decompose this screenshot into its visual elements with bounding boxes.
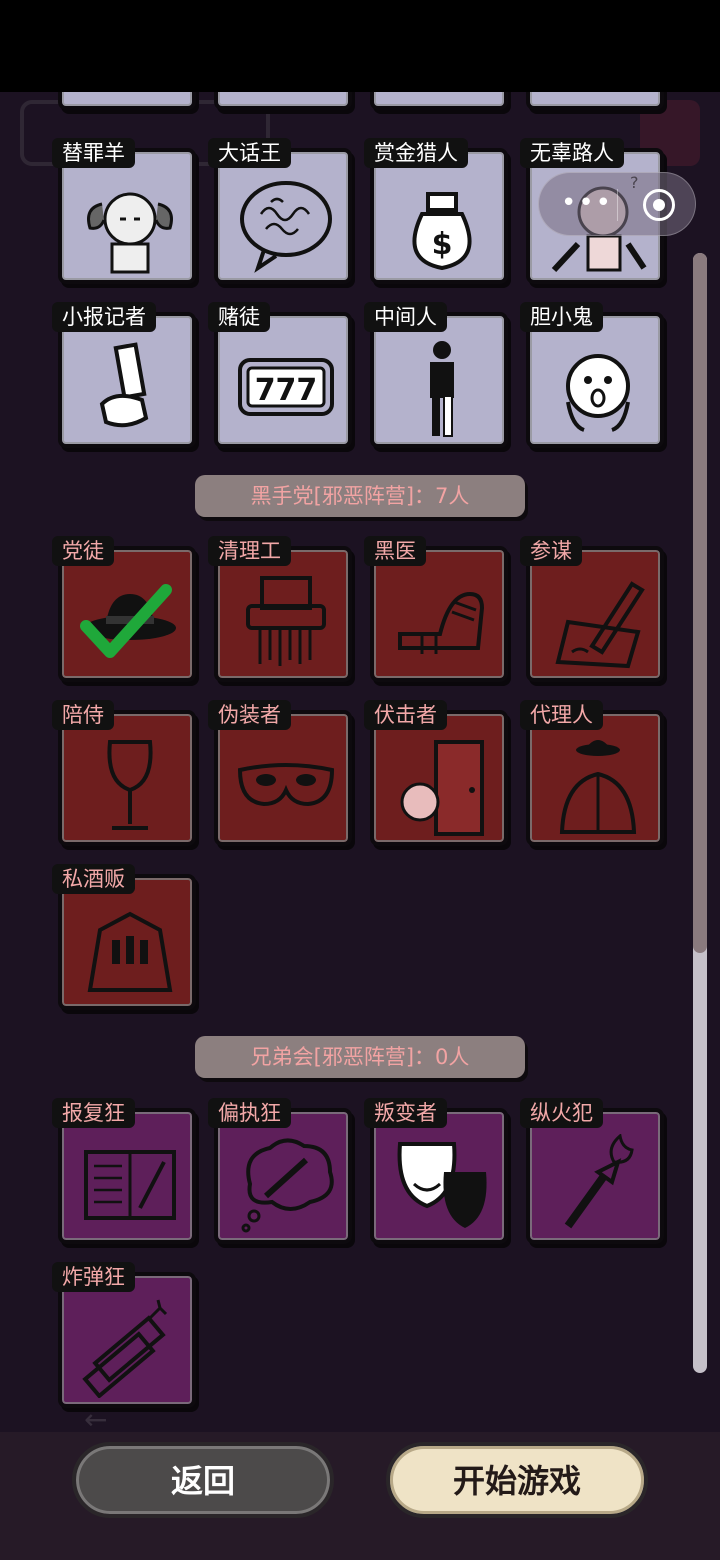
wine-glass-icon xyxy=(107,740,153,830)
role-tile-partial[interactable] xyxy=(214,92,354,112)
role-label: 报复狂 xyxy=(52,1098,135,1128)
shredder-icon xyxy=(246,576,326,666)
role-label: 炸弹狂 xyxy=(52,1262,135,1292)
role-avenger[interactable]: 报复狂 xyxy=(52,1098,198,1246)
role-tile-partial[interactable] xyxy=(526,92,666,112)
role-label: 私酒贩 xyxy=(52,864,135,894)
bandaged-arm-icon xyxy=(398,591,485,654)
role-traitor[interactable]: 叛变者 xyxy=(364,1098,510,1246)
role-label: 伪装者 xyxy=(208,700,291,730)
scrollbar-thumb[interactable] xyxy=(693,253,707,953)
role-label: 陪侍 xyxy=(52,700,114,730)
role-label: 叛变者 xyxy=(364,1098,447,1128)
role-label: 清理工 xyxy=(208,536,291,566)
role-label: 大话王 xyxy=(208,138,291,168)
role-label: 中间人 xyxy=(364,302,447,332)
role-label: 伏击者 xyxy=(364,700,447,730)
role-scapegoat[interactable]: 替罪羊 xyxy=(52,138,198,286)
role-label: 偏执狂 xyxy=(208,1098,291,1128)
role-arsonist[interactable]: 纵火犯 xyxy=(520,1098,666,1246)
role-tile-partial[interactable] xyxy=(370,92,510,112)
coat-with-bottles-icon xyxy=(87,911,173,992)
role-label: 赏金猎人 xyxy=(364,138,468,168)
back-button[interactable]: 返回 xyxy=(72,1442,334,1518)
role-tabloid-reporter[interactable]: 小报记者 xyxy=(52,302,198,450)
svg-text:777: 777 xyxy=(255,373,318,408)
role-label: 无辜路人 xyxy=(520,138,624,168)
role-liar[interactable]: 大话王 xyxy=(208,138,354,286)
role-agent[interactable]: 代理人 xyxy=(520,700,666,848)
role-label: 党徒 xyxy=(52,536,114,566)
section-banner-brotherhood: 兄弟会[邪恶阵营]：0人 xyxy=(195,1036,525,1078)
suited-man-icon xyxy=(559,740,637,834)
slot-machine-icon: 777 xyxy=(238,358,334,416)
role-coward[interactable]: 胆小鬼 xyxy=(520,302,666,450)
scapegoat-icon xyxy=(87,192,173,274)
close-target-icon[interactable] xyxy=(643,189,675,221)
svg-text:$: $ xyxy=(432,227,453,262)
role-bootlegger[interactable]: 私酒贩 xyxy=(52,864,198,1012)
role-escort[interactable]: 陪侍 xyxy=(52,700,198,848)
role-label: 纵火犯 xyxy=(520,1098,603,1128)
torch-icon xyxy=(564,1134,634,1229)
role-ambusher[interactable]: 伏击者 xyxy=(364,700,510,848)
theater-masks-icon xyxy=(397,1142,487,1228)
scared-face-icon xyxy=(566,354,630,432)
more-icon[interactable]: ••• xyxy=(561,190,621,217)
role-label: 黑医 xyxy=(364,536,426,566)
dynamite-icon xyxy=(82,1299,168,1398)
pen-writing-icon xyxy=(555,581,645,669)
role-disguiser[interactable]: 伪装者 xyxy=(208,700,354,848)
start-game-button[interactable]: 开始游戏 xyxy=(386,1442,648,1518)
door-ambush-icon xyxy=(400,740,484,836)
role-janitor[interactable]: 清理工 xyxy=(208,536,354,684)
role-label: 参谋 xyxy=(520,536,582,566)
section-banner-mafia: 黑手党[邪恶阵营]：7人 xyxy=(195,475,525,517)
mask-icon xyxy=(237,763,335,807)
book-with-knife-icon xyxy=(84,1150,176,1220)
role-gambler[interactable]: 777 赌徒 xyxy=(208,302,354,450)
thought-bubble-knife-icon xyxy=(241,1138,334,1233)
role-label: 小报记者 xyxy=(52,302,156,332)
miniprogram-capsule[interactable]: ••• xyxy=(538,172,696,236)
role-label: 替罪羊 xyxy=(52,138,135,168)
selected-checkmark-icon xyxy=(80,584,172,658)
role-label: 赌徒 xyxy=(208,302,270,332)
role-bounty-hunter[interactable]: $ 赏金猎人 xyxy=(364,138,510,286)
money-bag-icon: $ xyxy=(412,192,472,271)
role-consigliere[interactable]: 参谋 xyxy=(520,536,666,684)
role-middleman[interactable]: 中间人 xyxy=(364,302,510,450)
role-paranoid[interactable]: 偏执狂 xyxy=(208,1098,354,1246)
rolled-newspaper-icon xyxy=(99,342,149,428)
speech-bubble-scribble-icon xyxy=(240,181,332,273)
role-label: 胆小鬼 xyxy=(520,302,603,332)
role-label: 代理人 xyxy=(520,700,603,730)
status-bar xyxy=(0,0,720,92)
role-mafioso[interactable]: 党徒 xyxy=(52,536,198,684)
role-list[interactable]: 替罪羊 大话王 $ 赏金猎人 ? 无辜路人 小报记者 777 赌徒 中间人 xyxy=(0,92,720,1432)
standing-person-icon xyxy=(430,341,454,437)
role-tile-partial[interactable] xyxy=(58,92,198,112)
role-black-doctor[interactable]: 黑医 xyxy=(364,536,510,684)
